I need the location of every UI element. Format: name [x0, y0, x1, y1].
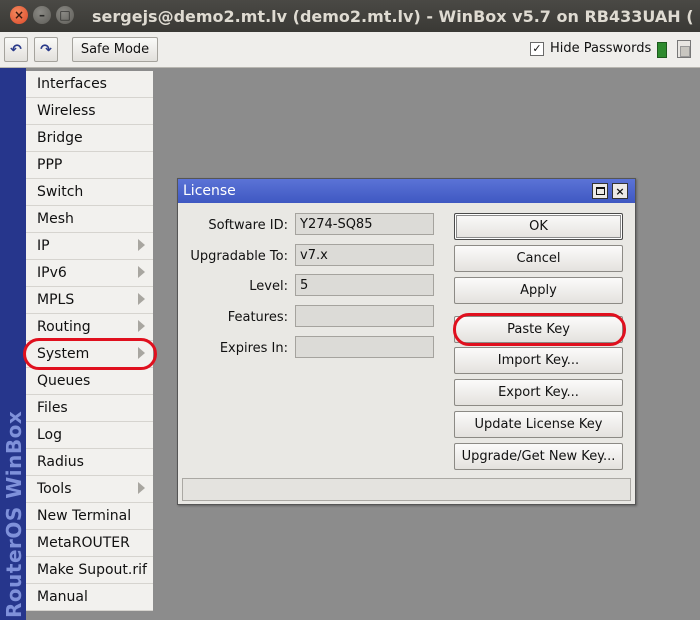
software-id-label: Software ID: [208, 218, 288, 233]
submenu-arrow-icon [138, 239, 145, 251]
dialog-title: License [183, 183, 236, 199]
sidebar-item-new-terminal[interactable]: New Terminal [26, 503, 153, 530]
sidebar-item-metarouter[interactable]: MetaROUTER [26, 530, 153, 557]
submenu-arrow-icon [138, 293, 145, 305]
sidebar-item-label: Log [37, 427, 63, 443]
window-minimize-button[interactable]: – [33, 6, 51, 24]
sidebar-item-ipv6[interactable]: IPv6 [26, 260, 153, 287]
secure-connection-icon [657, 42, 667, 58]
sidebar-item-manual[interactable]: Manual [26, 584, 153, 611]
sidebar-item-label: Interfaces [37, 76, 107, 92]
safe-mode-button[interactable]: Safe Mode [72, 37, 158, 62]
brand-label: RouterOS WinBox [2, 410, 26, 618]
features-field[interactable] [295, 305, 434, 327]
sidebar-item-interfaces[interactable]: Interfaces [26, 71, 153, 98]
sidebar-item-radius[interactable]: Radius [26, 449, 153, 476]
window-titlebar: × – □ sergejs@demo2.mt.lv (demo2.mt.lv) … [0, 0, 700, 32]
sidebar-item-label: IP [37, 238, 50, 254]
expires-in-field[interactable] [295, 336, 434, 358]
sidebar-item-label: MetaROUTER [37, 535, 130, 551]
sidebar-item-mesh[interactable]: Mesh [26, 206, 153, 233]
sidebar-item-ppp[interactable]: PPP [26, 152, 153, 179]
window-maximize-button[interactable]: □ [56, 6, 74, 24]
sidebar-item-label: Mesh [37, 211, 74, 227]
level-label: Level: [249, 279, 288, 294]
sidebar-item-label: Files [37, 400, 68, 416]
features-label: Features: [227, 310, 288, 325]
sidebar-item-label: Bridge [37, 130, 83, 146]
maximize-icon [595, 187, 605, 195]
sidebar-item-label: Routing [37, 319, 91, 335]
dialog-status-bar [182, 478, 631, 501]
sidebar-item-label: New Terminal [37, 508, 132, 524]
upgradable-to-field[interactable]: v7.x [295, 244, 434, 266]
hide-passwords-label: Hide Passwords [550, 41, 652, 56]
submenu-arrow-icon [138, 482, 145, 494]
hide-passwords-toggle[interactable]: ✓ Hide Passwords [530, 41, 651, 56]
sidebar-item-mpls[interactable]: MPLS [26, 287, 153, 314]
maximize-icon: □ [59, 8, 71, 22]
sidebar-item-label: Make Supout.rif [37, 562, 147, 578]
redo-icon: ↷ [40, 41, 52, 58]
lock-icon [677, 40, 691, 58]
dialog-close-button[interactable]: × [612, 183, 628, 199]
toolbar: ↶ ↷ Safe Mode ✓ Hide Passwords [0, 32, 700, 68]
undo-button[interactable]: ↶ [4, 37, 28, 62]
sidebar-item-tools[interactable]: Tools [26, 476, 153, 503]
ok-button[interactable]: OK [454, 213, 623, 240]
paste-key-button[interactable]: Paste Key [454, 316, 623, 343]
sidebar-item-bridge[interactable]: Bridge [26, 125, 153, 152]
sidebar-item-label: Radius [37, 454, 84, 470]
cancel-button[interactable]: Cancel [454, 245, 623, 272]
sidebar-item-label: Switch [37, 184, 84, 200]
sidebar-item-label: Tools [37, 481, 72, 497]
minimize-icon: – [39, 8, 45, 22]
check-icon: ✓ [532, 42, 542, 55]
export-key-button[interactable]: Export Key... [454, 379, 623, 406]
undo-icon: ↶ [10, 41, 22, 58]
upgradable-to-label: Upgradable To: [190, 249, 288, 264]
sidebar-item-log[interactable]: Log [26, 422, 153, 449]
sidebar-item-switch[interactable]: Switch [26, 179, 153, 206]
sidebar-item-ip[interactable]: IP [26, 233, 153, 260]
submenu-arrow-icon [138, 266, 145, 278]
sidebar-item-label: PPP [37, 157, 63, 173]
upgrade-get-new-key-button[interactable]: Upgrade/Get New Key... [454, 443, 623, 470]
window-title: sergejs@demo2.mt.lv (demo2.mt.lv) - WinB… [92, 7, 694, 26]
sidebar-item-label: Manual [37, 589, 88, 605]
submenu-arrow-icon [138, 320, 145, 332]
hide-passwords-checkbox[interactable]: ✓ [530, 41, 544, 56]
sidebar-item-label: MPLS [37, 292, 75, 308]
sidebar-item-label: Wireless [37, 103, 96, 119]
sidebar-item-wireless[interactable]: Wireless [26, 98, 153, 125]
update-license-key-button[interactable]: Update License Key [454, 411, 623, 438]
sidebar-item-routing[interactable]: Routing [26, 314, 153, 341]
sidebar-item-files[interactable]: Files [26, 395, 153, 422]
apply-button[interactable]: Apply [454, 277, 623, 304]
sidebar-item-label: Queues [37, 373, 91, 389]
dialog-titlebar[interactable]: License [178, 179, 635, 203]
sidebar-item-make-supout-rif[interactable]: Make Supout.rif [26, 557, 153, 584]
window-close-button[interactable]: × [10, 6, 28, 24]
dialog-maximize-button[interactable] [592, 183, 608, 199]
redo-button[interactable]: ↷ [34, 37, 58, 62]
close-icon: × [13, 8, 25, 22]
highlight-system [23, 338, 157, 370]
sidebar-item-label: IPv6 [37, 265, 67, 281]
import-key-button[interactable]: Import Key... [454, 347, 623, 374]
license-dialog: License × Software ID: Y274-SQ85 Upgrada… [177, 178, 636, 505]
sidebar-item-queues[interactable]: Queues [26, 368, 153, 395]
level-field[interactable]: 5 [295, 274, 434, 296]
close-icon: × [615, 184, 625, 198]
expires-in-label: Expires In: [219, 341, 288, 356]
software-id-field[interactable]: Y274-SQ85 [295, 213, 434, 235]
